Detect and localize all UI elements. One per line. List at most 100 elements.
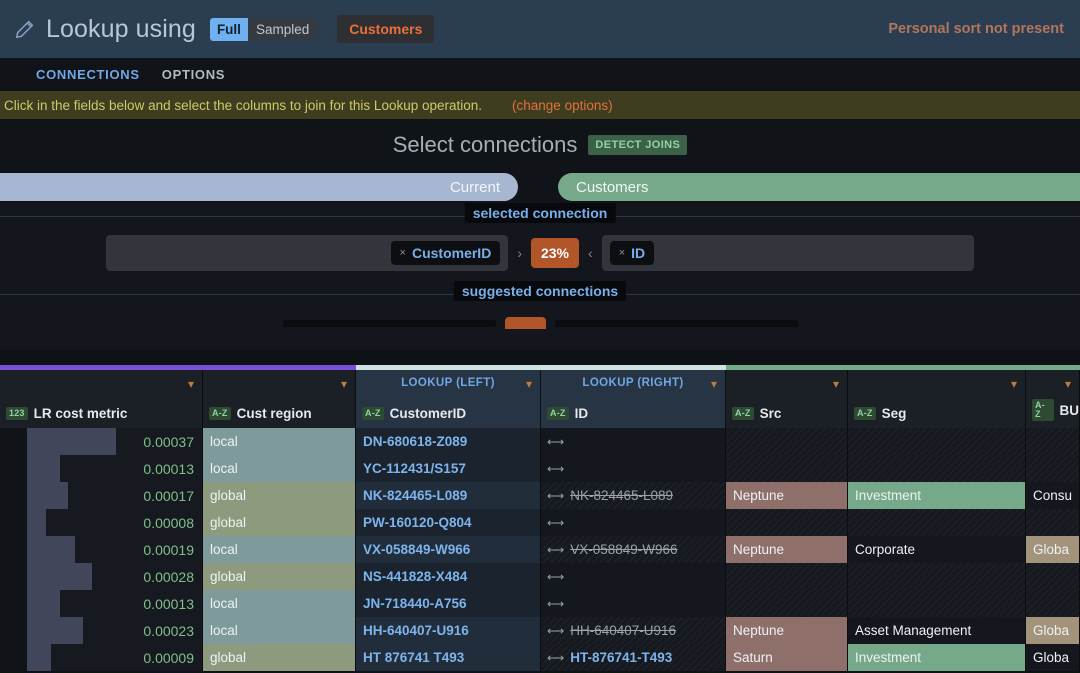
grid-cell[interactable]: 0.00017 (0, 482, 203, 509)
column-header-cust-region[interactable]: ▾ A-Z Cust region (203, 370, 356, 428)
grid-cell-src[interactable] (726, 455, 848, 482)
lookup-left-cell[interactable]: HH-640407-U916 (356, 617, 541, 644)
grid-cell-seg[interactable] (848, 428, 1026, 455)
suggested-right-field[interactable] (554, 319, 798, 327)
suggested-left-field[interactable] (282, 319, 496, 327)
lookup-left-cell[interactable]: NK-824465-L089 (356, 482, 541, 509)
lookup-right-cell[interactable]: ⟷ HT-876741-T493 (541, 644, 726, 671)
grid-cell-src[interactable]: Neptune (726, 617, 848, 644)
left-join-field[interactable]: × CustomerID (106, 235, 509, 271)
lookup-left-cell[interactable]: NS-441828-X484 (356, 563, 541, 590)
grid-cell-src[interactable]: Neptune (726, 482, 848, 509)
column-header-customerid[interactable]: LOOKUP (LEFT) ▾ A-Z CustomerID (356, 370, 541, 428)
grid-cell[interactable]: 0.00023 (0, 617, 203, 644)
mode-full-option[interactable]: Full (209, 17, 248, 41)
data-grid[interactable]: ▾ 123 LR cost metric 0.00037 0.00013 0.00017 0… (0, 365, 1080, 673)
grid-cell-seg[interactable]: Investment (848, 482, 1026, 509)
lookup-left-cell[interactable]: VX-058849-W966 (356, 536, 541, 563)
grid-cell[interactable]: 0.00013 (0, 590, 203, 617)
grid-cell-bu[interactable] (1026, 509, 1080, 536)
detect-joins-button[interactable]: DETECT JOINS (588, 135, 688, 155)
sample-mode-toggle[interactable]: Full Sampled (209, 17, 318, 41)
chevron-down-icon[interactable]: ▾ (711, 378, 717, 390)
grid-cell-seg[interactable] (848, 590, 1026, 617)
match-percent-badge[interactable]: 23% (530, 238, 580, 268)
tab-options[interactable]: OPTIONS (162, 67, 225, 82)
grid-cell-cust region[interactable]: global (203, 482, 356, 509)
change-options-link[interactable]: (change options) (512, 98, 613, 113)
right-join-field[interactable]: × ID (601, 235, 974, 271)
grid-cell[interactable]: 0.00013 (0, 455, 203, 482)
chevron-down-icon[interactable]: ▾ (833, 378, 839, 390)
lookup-right-cell[interactable]: ⟷ HH-640407-U916 (541, 617, 726, 644)
connection-tab-current[interactable]: Current (0, 173, 518, 201)
grid-cell-cust region[interactable]: global (203, 644, 356, 671)
grid-cell[interactable]: 0.00019 (0, 536, 203, 563)
grid-cell-seg[interactable] (848, 455, 1026, 482)
grid-cell-seg[interactable]: Corporate (848, 536, 1026, 563)
grid-cell-src[interactable] (726, 590, 848, 617)
lookup-left-cell[interactable]: YC-112431/S157 (356, 455, 541, 482)
grid-cell[interactable]: 0.00037 (0, 428, 203, 455)
grid-cell[interactable]: 0.00008 (0, 509, 203, 536)
grid-cell-cust region[interactable]: local (203, 455, 356, 482)
lookup-right-cell[interactable]: ⟷ (541, 563, 726, 590)
right-join-chip[interactable]: × ID (609, 241, 655, 265)
suggested-connection-row[interactable] (0, 307, 1080, 329)
column-header-bu[interactable]: ▾ A-Z BU (1026, 370, 1080, 428)
grid-cell-cust region[interactable]: global (203, 563, 356, 590)
grid-cell-src[interactable] (726, 563, 848, 590)
column-header-id[interactable]: LOOKUP (RIGHT) ▾ A-Z ID (541, 370, 726, 428)
grid-cell-src[interactable]: Saturn (726, 644, 848, 671)
grid-cell-seg[interactable]: Investment (848, 644, 1026, 671)
grid-cell-bu[interactable] (1026, 428, 1080, 455)
left-join-chip[interactable]: × CustomerID (390, 241, 501, 265)
chevron-down-icon[interactable]: ▾ (526, 378, 532, 390)
column-header-lr-cost-metric[interactable]: ▾ 123 LR cost metric (0, 370, 203, 428)
tab-connections[interactable]: CONNECTIONS (36, 67, 140, 82)
lookup-left-cell[interactable]: HT 876741 T493 (356, 644, 541, 671)
grid-cell-src[interactable] (726, 509, 848, 536)
connection-tab-customers[interactable]: Customers (558, 173, 1080, 201)
lookup-left-cell[interactable]: PW-160120-Q804 (356, 509, 541, 536)
pencil-icon[interactable] (14, 18, 36, 40)
lookup-left-cell[interactable]: DN-680618-Z089 (356, 428, 541, 455)
lookup-right-cell[interactable]: ⟷ (541, 590, 726, 617)
dataset-badge[interactable]: Customers (337, 15, 435, 43)
suggested-match-badge[interactable] (504, 317, 546, 329)
grid-cell-seg[interactable] (848, 563, 1026, 590)
chevron-down-icon[interactable]: ▾ (1065, 378, 1071, 390)
grid-cell[interactable]: 0.00009 (0, 644, 203, 671)
grid-cell-src[interactable] (726, 428, 848, 455)
mode-sampled-option[interactable]: Sampled (247, 17, 318, 41)
grid-cell-bu[interactable] (1026, 563, 1080, 590)
grid-cell-cust region[interactable]: local (203, 428, 356, 455)
lookup-left-cell[interactable]: JN-718440-A756 (356, 590, 541, 617)
grid-cell-bu[interactable]: Globa (1026, 536, 1080, 563)
column-header-seg[interactable]: ▾ A-Z Seg (848, 370, 1026, 428)
chevron-down-icon[interactable]: ▾ (341, 378, 347, 390)
remove-left-chip-icon[interactable]: × (400, 247, 406, 259)
grid-cell-bu[interactable]: Globa (1026, 617, 1080, 644)
grid-cell-bu[interactable] (1026, 590, 1080, 617)
grid-cell-cust region[interactable]: global (203, 509, 356, 536)
lookup-right-cell[interactable]: ⟷ (541, 509, 726, 536)
grid-cell-seg[interactable]: Asset Management (848, 617, 1026, 644)
grid-cell-bu[interactable]: Consu (1026, 482, 1080, 509)
grid-cell-bu[interactable]: Globa (1026, 644, 1080, 671)
grid-cell-seg[interactable] (848, 509, 1026, 536)
remove-right-chip-icon[interactable]: × (619, 247, 625, 259)
chevron-down-icon[interactable]: ▾ (188, 378, 194, 390)
grid-cell-cust region[interactable]: local (203, 617, 356, 644)
grid-cell-bu[interactable] (1026, 455, 1080, 482)
grid-cell-cust region[interactable]: local (203, 536, 356, 563)
lookup-right-cell[interactable]: ⟷ VX-058849-W966 (541, 536, 726, 563)
lookup-right-cell[interactable]: ⟷ (541, 428, 726, 455)
grid-cell-cust region[interactable]: local (203, 590, 356, 617)
chevron-down-icon[interactable]: ▾ (1011, 378, 1017, 390)
grid-cell[interactable]: 0.00028 (0, 563, 203, 590)
grid-cell-src[interactable]: Neptune (726, 536, 848, 563)
lookup-right-cell[interactable]: ⟷ NK-824465-L089 (541, 482, 726, 509)
column-header-src[interactable]: ▾ A-Z Src (726, 370, 848, 428)
lookup-right-cell[interactable]: ⟷ (541, 455, 726, 482)
